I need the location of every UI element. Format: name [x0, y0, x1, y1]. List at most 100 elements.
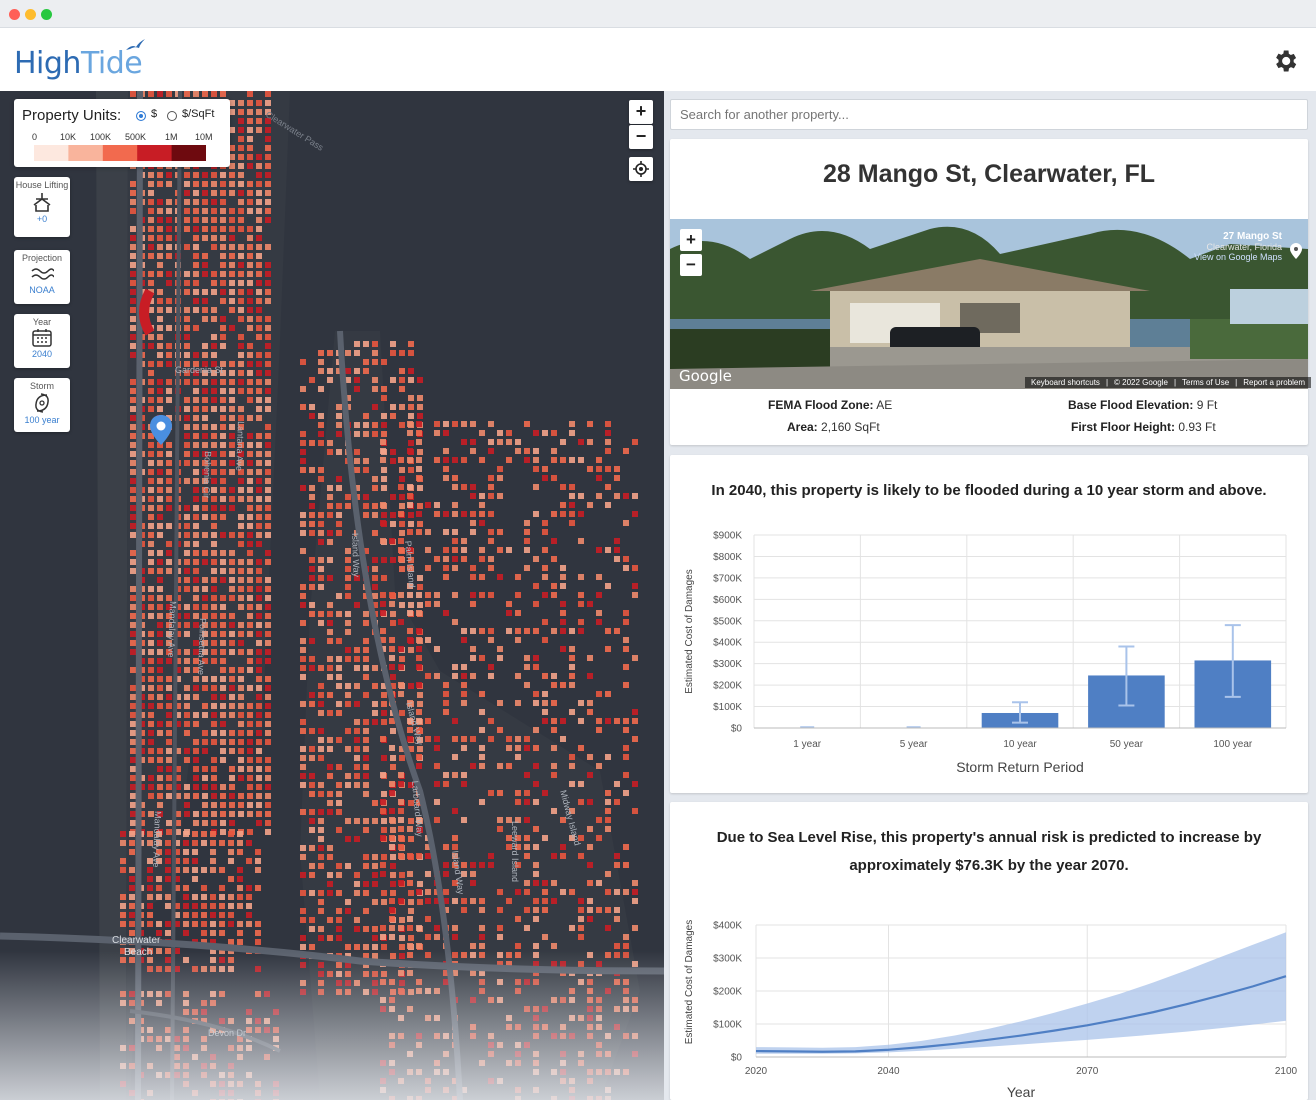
building: [345, 629, 351, 635]
building: [157, 217, 163, 223]
building: [336, 872, 342, 878]
building: [533, 952, 539, 958]
building: [228, 849, 234, 855]
view-on-google-maps-link[interactable]: View on Google Maps: [1184, 252, 1282, 262]
building: [256, 208, 262, 214]
building: [488, 997, 494, 1003]
building: [202, 676, 208, 682]
map-zoom-in-button[interactable]: +: [629, 100, 653, 124]
building: [147, 1090, 153, 1096]
building: [461, 547, 467, 553]
map-pin-icon[interactable]: [1290, 243, 1302, 259]
building: [166, 298, 172, 304]
building: [354, 422, 360, 428]
building: [569, 709, 575, 715]
building: [220, 622, 226, 628]
projection-control[interactable]: Projection NOAA: [14, 250, 70, 304]
keyboard-shortcuts-link[interactable]: Keyboard shortcuts: [1031, 378, 1100, 387]
street-view-zoom-out[interactable]: −: [680, 254, 702, 276]
building: [560, 1060, 566, 1066]
building: [229, 568, 235, 574]
house-lifting-control[interactable]: House Lifting +0: [14, 177, 70, 237]
building: [192, 831, 198, 837]
legend-tick: 10M: [195, 132, 213, 142]
map-canvas[interactable]: Clearwater Pass Gardenia St Island Way I…: [0, 91, 664, 1100]
building: [569, 1015, 575, 1021]
flood-map[interactable]: Clearwater Pass Gardenia St Island Way I…: [0, 91, 664, 1100]
building: [515, 916, 521, 922]
building: [256, 622, 262, 628]
units-sqft-radio[interactable]: [167, 111, 177, 121]
building: [605, 1033, 611, 1039]
building: [156, 966, 162, 972]
year-control[interactable]: Year 2040: [14, 314, 70, 368]
building: [318, 611, 324, 617]
building: [380, 862, 386, 868]
building: [229, 811, 235, 817]
building: [345, 647, 351, 653]
units-dollar-radio[interactable]: [136, 111, 146, 121]
building: [256, 415, 262, 421]
building: [184, 622, 190, 628]
building: [147, 1063, 153, 1069]
building: [220, 640, 226, 646]
building: [120, 867, 126, 873]
building: [166, 235, 172, 241]
hightide-logo[interactable]: HighTide: [14, 46, 143, 81]
building: [157, 226, 163, 232]
terms-of-use-link[interactable]: Terms of Use: [1182, 378, 1229, 387]
building: [265, 181, 271, 187]
maximize-window-button[interactable]: [41, 9, 52, 20]
building: [193, 748, 199, 754]
storm-control[interactable]: Storm 100 year: [14, 378, 70, 432]
building: [265, 802, 271, 808]
building: [202, 208, 208, 214]
building: [166, 685, 172, 691]
units-dollar-label[interactable]: $: [151, 108, 157, 120]
locate-me-button[interactable]: [629, 157, 653, 181]
building: [130, 703, 136, 709]
building: [300, 890, 306, 896]
units-sqft-label[interactable]: $/SqFt: [182, 108, 214, 120]
property-search-input[interactable]: [670, 99, 1308, 130]
close-window-button[interactable]: [9, 9, 20, 20]
building: [300, 755, 306, 761]
building: [157, 253, 163, 259]
building: [265, 496, 271, 502]
building: [202, 190, 208, 196]
report-problem-link[interactable]: Report a problem: [1243, 378, 1305, 387]
building: [256, 595, 262, 601]
gear-icon[interactable]: [1271, 47, 1299, 75]
minimize-window-button[interactable]: [25, 9, 36, 20]
building: [130, 721, 136, 727]
map-zoom-out-button[interactable]: −: [629, 125, 653, 149]
building: [443, 430, 449, 436]
building: [372, 377, 378, 383]
building: [265, 811, 271, 817]
building: [488, 628, 494, 634]
building: [300, 548, 306, 554]
building: [443, 421, 449, 427]
building: [551, 475, 557, 481]
building: [156, 921, 162, 927]
building: [300, 989, 306, 995]
building: [623, 790, 629, 796]
building: [247, 442, 253, 448]
slr-chart-headline-2: approximately $76.3K by the year 2070.: [849, 857, 1129, 874]
ffh-value: 0.93 Ft: [1178, 420, 1216, 434]
building: [211, 802, 217, 808]
building: [193, 766, 199, 772]
building: [220, 550, 226, 556]
area-fact: Area: 2,160 SqFt: [787, 420, 880, 434]
building: [470, 574, 476, 580]
street-view-zoom-in[interactable]: +: [680, 229, 702, 251]
building: [130, 514, 136, 520]
building: [247, 649, 253, 655]
building: [596, 457, 602, 463]
building: [551, 457, 557, 463]
building: [425, 565, 431, 571]
property-marker-icon[interactable]: [150, 415, 172, 445]
building: [238, 586, 244, 592]
building: [363, 665, 369, 671]
building: [488, 664, 494, 670]
